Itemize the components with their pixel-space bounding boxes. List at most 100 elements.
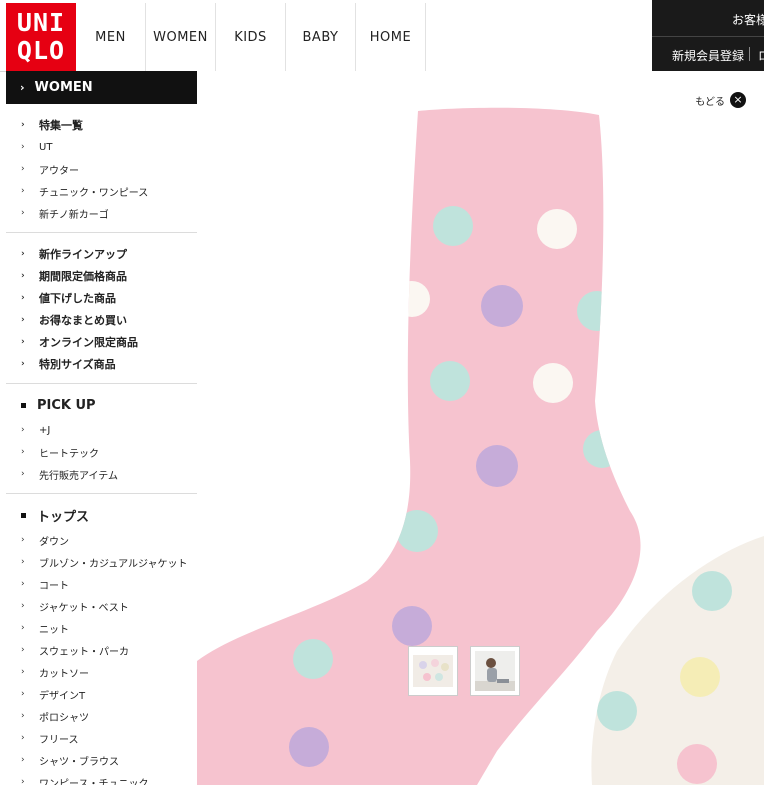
sidebar-item-label: 新作ラインアップ [39,248,127,261]
square-bullet-icon [21,512,26,518]
main-nav: MEN WOMEN KIDS BABY HOME [76,3,426,71]
socks-thumbnail-icon [413,655,453,687]
sidebar-item[interactable]: › ダウン [6,529,197,551]
sidebar-item[interactable]: › シャツ・ブラウス [6,749,197,771]
sidebar-item[interactable]: › UT [6,136,197,158]
chevron-right-icon: › [21,469,25,479]
sidebar-section-tops: トップス › ダウン › ブルゾン・カジュアルジャケット › コート › ジャケット・ベ… [6,494,197,785]
sidebar-item[interactable]: › ブルゾン・カジュアルジャケット [6,551,197,573]
sidebar-section-pickup: PICK UP › +J › ヒートテック › 先行販売アイテム [6,384,197,494]
section-title: PICK UP [6,394,197,416]
sidebar-item-label: 新チノ新カーゴ [39,209,109,221]
nav-baby[interactable]: BABY [286,3,356,71]
thumbnail-strip [408,646,520,696]
sidebar-item-label: 特集一覧 [39,119,83,132]
chevron-right-icon: › [21,186,25,196]
chevron-right-icon: › [21,271,25,281]
sidebar-item[interactable]: › 先行販売アイテム [6,463,197,485]
util-divider [749,47,750,61]
chevron-right-icon: › [21,579,25,589]
sidebar-item[interactable]: › コート [6,573,197,595]
sidebar-item[interactable]: › スウェット・パーカ [6,639,197,661]
sidebar-item[interactable]: › お得なまとめ買い [6,309,197,331]
sidebar-item-label: フリース [39,734,79,746]
close-icon: × [730,92,746,108]
sidebar-item-label: デザインT [39,690,86,702]
square-bullet-icon [21,402,26,408]
nav-men[interactable]: MEN [76,3,146,71]
chevron-right-icon: › [21,208,25,218]
chevron-right-icon: › [21,315,25,325]
chevron-right-icon: › [21,164,25,174]
sidebar-item[interactable]: › ニット [6,617,197,639]
top-header: UNI QLO MEN WOMEN KIDS BABY HOME お客様 新規会… [0,0,764,72]
chevron-right-icon: › [21,142,25,152]
sidebar-item[interactable]: › 値下げした商品 [6,287,197,309]
sidebar-item-label: 値下げした商品 [39,292,116,305]
section-title: トップス [6,504,197,526]
sidebar-item[interactable]: › 特集一覧 [6,114,197,136]
sidebar-section-features: › 特集一覧 › UT › アウター › チュニック・ワンピース › 新チノ新カーゴ [6,104,197,233]
sidebar-item-label: +J [39,424,51,436]
sidebar-item-label: ジャケット・ベスト [39,602,129,614]
sidebar-item[interactable]: › デザインT [6,683,197,705]
thumbnail-model[interactable] [470,646,520,696]
uniqlo-logo[interactable]: UNI QLO [6,3,76,71]
nav-women[interactable]: WOMEN [146,3,216,71]
sidebar-item-label: 特別サイズ商品 [39,358,116,371]
chevron-right-icon: › [21,645,25,655]
sidebar-item[interactable]: › ジャケット・ベスト [6,595,197,617]
sidebar-item[interactable]: › オンライン限定商品 [6,331,197,353]
sidebar-item[interactable]: › +J [6,419,197,441]
sidebar-item[interactable]: › カットソー [6,661,197,683]
sidebar-item[interactable]: › ワンピース・チュニック [6,771,197,785]
sidebar-item[interactable]: › 新チノ新カーゴ [6,202,197,224]
section-title-label: PICK UP [37,397,96,413]
chevron-right-icon: › [21,777,25,785]
sidebar-item-label: 先行販売アイテム [39,470,118,482]
sidebar-item-label: アウター [39,165,79,177]
back-button[interactable]: もどる × [695,92,746,108]
thumbnail-socks[interactable] [408,646,458,696]
section-title-label: トップス [37,509,90,525]
sidebar-item[interactable]: › ポロシャツ [6,705,197,727]
sidebar-item-label: ポロシャツ [39,712,89,724]
sidebar-item-label: カットソー [39,668,89,680]
sidebar-item[interactable]: › アウター [6,158,197,180]
sidebar-item[interactable]: › 期間限定価格商品 [6,265,197,287]
sidebar-item[interactable]: › フリース [6,727,197,749]
sidebar-heading[interactable]: › WOMEN [6,71,197,104]
login-link[interactable]: ロ [758,47,764,64]
chevron-right-icon: › [21,447,25,457]
chevron-right-icon: › [21,667,25,677]
chevron-right-icon: › [21,120,25,130]
logo-line-2: QLO [16,36,66,65]
model-thumbnail-icon [475,651,515,691]
logo-line-1: UNI [16,8,66,37]
sidebar-item[interactable]: › 新作ラインアップ [6,243,197,265]
sidebar-section-specials: › 新作ラインアップ › 期間限定価格商品 › 値下げした商品 › お得なまとめ買い ›… [6,233,197,384]
register-link[interactable]: 新規会員登録 [672,47,744,64]
back-label: もどる [695,96,725,108]
sidebar-item[interactable]: › チュニック・ワンピース [6,180,197,202]
sidebar-item[interactable]: › ヒートテック [6,441,197,463]
chevron-right-icon: › [21,623,25,633]
nav-kids[interactable]: KIDS [216,3,286,71]
sidebar-item-label: スウェット・パーカ [39,646,129,658]
chevron-right-icon: › [21,337,25,347]
sidebar-item-label: ダウン [39,536,69,548]
chevron-right-icon: › [21,249,25,259]
product-image-viewer: もどる × [197,71,764,785]
sidebar-item-label: お得なまとめ買い [39,314,127,327]
sidebar-item-label: チュニック・ワンピース [39,187,149,199]
sidebar-item-label: コート [39,580,69,592]
sidebar-item-label: ニット [39,624,69,636]
sidebar-item[interactable]: › 特別サイズ商品 [6,353,197,375]
chevron-right-icon: › [21,601,25,611]
customer-link[interactable]: お客様 [732,11,764,28]
sidebar-item-label: ヒートテック [39,448,99,460]
chevron-right-icon: › [21,359,25,369]
nav-home[interactable]: HOME [356,3,426,71]
chevron-right-icon: › [21,733,25,743]
sidebar-item-label: オンライン限定商品 [39,336,138,349]
